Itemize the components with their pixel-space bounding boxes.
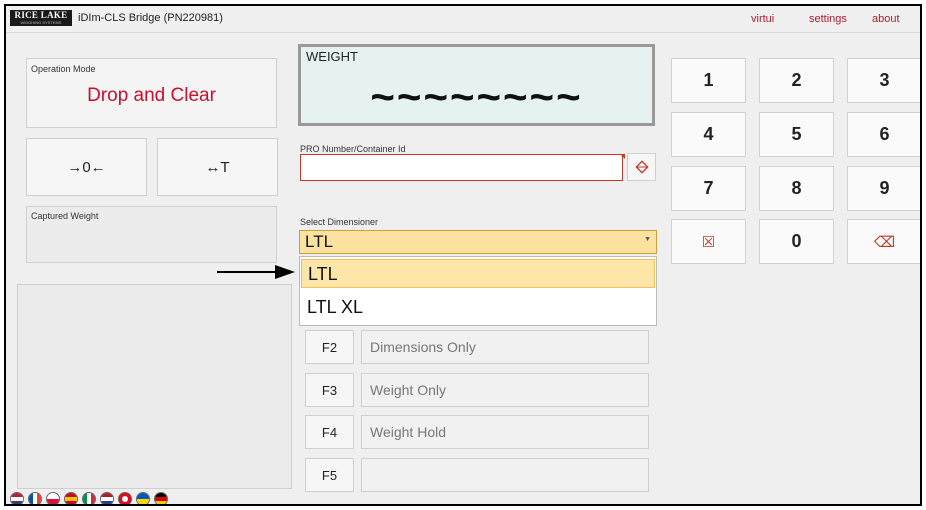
language-selector (10, 492, 168, 504)
ukraine-flag-icon[interactable] (136, 492, 150, 504)
app-title: iDIm-CLS Bridge (PN220981) (78, 12, 223, 24)
nav-link-about[interactable]: about (872, 13, 900, 25)
pro-number-label: PRO Number/Container Id (300, 144, 406, 154)
operation-mode-card[interactable]: Operation Mode Drop and Clear (26, 58, 277, 128)
netherlands-flag-icon[interactable] (100, 492, 114, 504)
clear-pro-button[interactable] (627, 153, 656, 181)
keypad-key-6[interactable]: 6 (847, 112, 920, 157)
chevron-down-icon: ▼ (644, 236, 651, 243)
keypad-key-8[interactable]: 8 (759, 166, 834, 211)
eraser-icon (634, 160, 649, 174)
operation-mode-value: Drop and Clear (87, 85, 216, 106)
italy-flag-icon[interactable] (82, 492, 96, 504)
backspace-icon: ⌫ (873, 233, 896, 251)
dimensioner-dropdown: LTL LTL XL (299, 256, 657, 326)
france-flag-icon[interactable] (28, 492, 42, 504)
f4-key[interactable]: F4 (305, 415, 354, 449)
us-flag-icon[interactable] (10, 492, 24, 504)
dimensioner-option-ltl-xl[interactable]: LTL XL (301, 293, 655, 322)
f3-description[interactable]: Weight Only (361, 373, 649, 407)
keypad-key-4[interactable]: 4 (671, 112, 746, 157)
spain-flag-icon[interactable] (64, 492, 78, 504)
keypad-key-2[interactable]: 2 (759, 58, 834, 103)
keypad-key-7[interactable]: 7 (671, 166, 746, 211)
rice-lake-logo: RICE LAKE WEIGHING SYSTEMS (10, 10, 72, 26)
zero-button[interactable]: →0← (26, 138, 147, 196)
keypad-backspace-button[interactable]: ⌫ (847, 219, 920, 264)
captured-weight-panel: Captured Weight (26, 206, 277, 263)
zero-icon: →0← (67, 158, 106, 176)
nav-link-virtui[interactable]: virtui (751, 13, 774, 25)
keypad-key-5[interactable]: 5 (759, 112, 834, 157)
select-dimensioner-label: Select Dimensioner (300, 217, 379, 227)
required-marker (620, 154, 625, 159)
keypad-clear-button[interactable]: ☒ (671, 219, 746, 264)
app-window: RICE LAKE WEIGHING SYSTEMS iDIm-CLS Brid… (4, 4, 922, 506)
f2-key[interactable]: F2 (305, 330, 354, 364)
dimensioner-select[interactable]: LTL ▼ (299, 230, 657, 254)
dimensioner-option-ltl[interactable]: LTL (301, 259, 655, 288)
tare-icon: ↔T (205, 158, 230, 176)
f4-description[interactable]: Weight Hold (361, 415, 649, 449)
f3-key[interactable]: F3 (305, 373, 354, 407)
nav-link-settings[interactable]: settings (809, 13, 847, 25)
f5-description[interactable] (361, 458, 649, 492)
captured-weight-label: Captured Weight (31, 211, 99, 221)
weight-display: WEIGHT ~~~~~~~~ (298, 44, 655, 126)
top-bar: RICE LAKE WEIGHING SYSTEMS iDIm-CLS Brid… (6, 6, 920, 33)
dimensioner-selected-value: LTL (305, 232, 334, 251)
keypad-key-0[interactable]: 0 (759, 219, 834, 264)
keypad-key-9[interactable]: 9 (847, 166, 920, 211)
clear-icon: ☒ (701, 233, 716, 251)
pro-number-input[interactable] (300, 154, 623, 181)
f5-key[interactable]: F5 (305, 458, 354, 492)
turkey-flag-icon[interactable] (118, 492, 132, 504)
keypad-key-1[interactable]: 1 (671, 58, 746, 103)
poland-flag-icon[interactable] (46, 492, 60, 504)
keypad-key-3[interactable]: 3 (847, 58, 920, 103)
tare-button[interactable]: ↔T (157, 138, 278, 196)
weight-value: ~~~~~~~~ (370, 73, 583, 120)
f2-description[interactable]: Dimensions Only (361, 330, 649, 364)
operation-mode-label: Operation Mode (31, 64, 96, 74)
weight-label: WEIGHT (306, 49, 358, 64)
capture-list-panel (17, 284, 292, 489)
germany-flag-icon[interactable] (154, 492, 168, 504)
logo-text: RICE LAKE (14, 10, 68, 20)
annotation-arrow-icon (217, 265, 295, 279)
logo-subtext: WEIGHING SYSTEMS (20, 20, 62, 25)
